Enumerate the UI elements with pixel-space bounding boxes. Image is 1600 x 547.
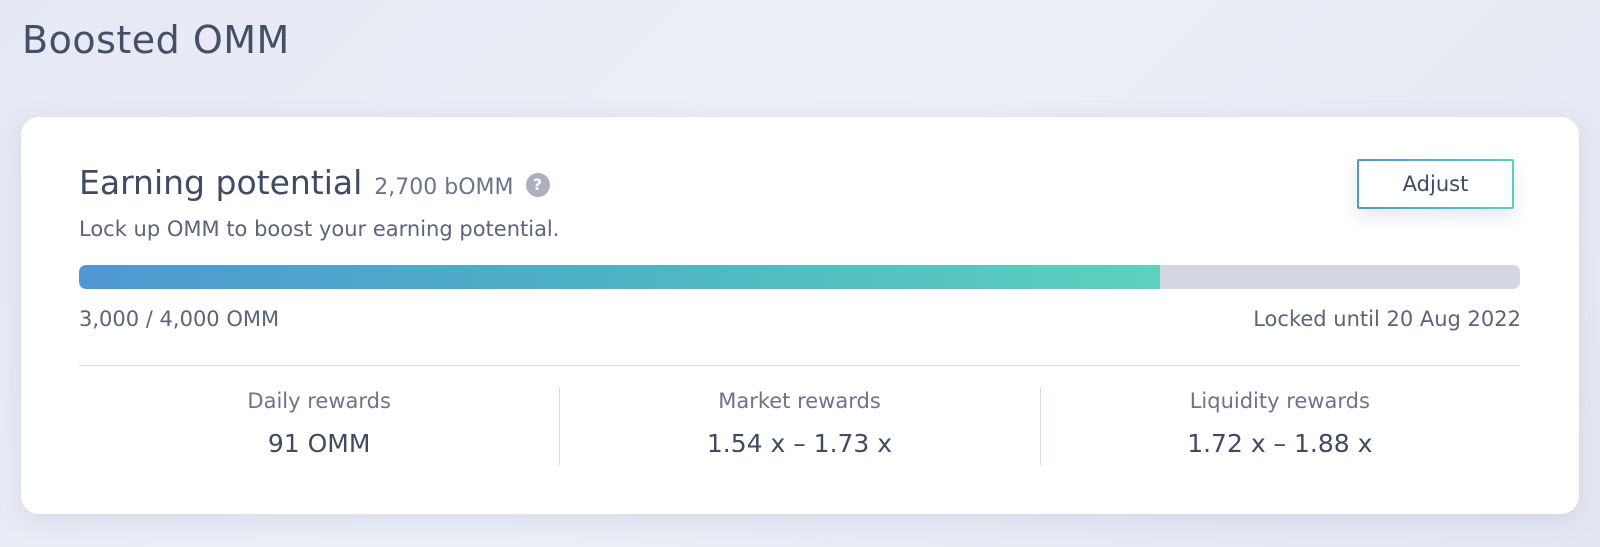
stat-value: 1.72 x – 1.88 x [1187,429,1373,458]
rewards-stats: Daily rewards 91 OMM Market rewards 1.54… [79,385,1520,467]
lock-progress-bar [79,265,1520,289]
boosted-omm-card: Earning potential 2,700 bOMM ? Lock up O… [21,117,1579,514]
stat-liquidity-rewards: Liquidity rewards 1.72 x – 1.88 x [1039,385,1520,467]
bomm-amount: 2,700 bOMM [374,175,514,200]
adjust-button[interactable]: Adjust [1357,159,1514,209]
stat-market-rewards: Market rewards 1.54 x – 1.73 x [559,385,1039,467]
stat-label: Market rewards [718,389,881,413]
card-header: Earning potential 2,700 bOMM ? [79,163,550,202]
lock-progress-fill [79,265,1160,289]
stat-value: 1.54 x – 1.73 x [706,429,893,458]
stat-label: Daily rewards [247,389,391,413]
page-title: Boosted OMM [22,18,290,62]
stat-daily-rewards: Daily rewards 91 OMM [79,385,559,467]
locked-amount: 3,000 / 4,000 OMM [79,307,280,331]
stat-value: 91 OMM [267,429,371,458]
locked-until-date: Locked until 20 Aug 2022 [1253,307,1521,331]
earning-potential-subtitle: Lock up OMM to boost your earning potent… [79,217,560,241]
divider [79,365,1520,366]
stat-label: Liquidity rewards [1189,389,1370,413]
help-icon[interactable]: ? [525,172,550,197]
earning-potential-heading: Earning potential [79,163,363,202]
